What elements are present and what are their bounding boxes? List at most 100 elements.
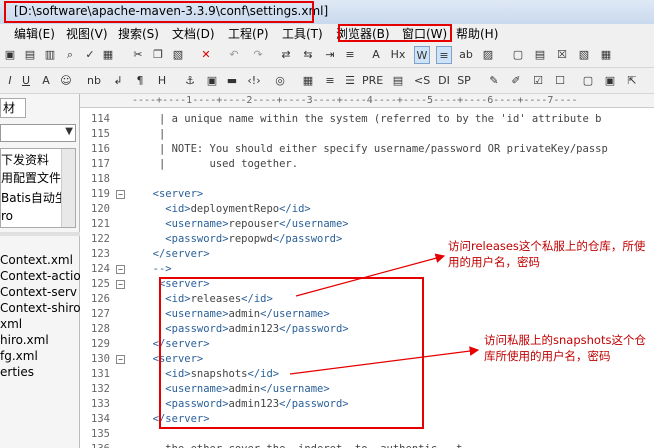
menu-help[interactable]: 帮助(H) (456, 25, 498, 42)
code-line[interactable]: 136 the ether cover the inderet to authe… (80, 442, 654, 448)
export-icon[interactable]: ⇱ (624, 72, 640, 90)
window-icon[interactable]: ▢ (580, 72, 596, 90)
servers-highlight-box (159, 277, 424, 429)
file-item[interactable]: erties (0, 365, 34, 379)
menu-tools[interactable]: 工具(T) (282, 25, 323, 42)
find-icon[interactable]: ⌕ (62, 46, 78, 64)
anchor-icon[interactable]: ⚓ (182, 72, 198, 90)
undo-icon[interactable]: ↶ (226, 46, 242, 64)
ruler-icon[interactable]: ab (458, 46, 474, 64)
emoji-icon[interactable]: ☺ (58, 72, 74, 90)
cut-icon[interactable]: ✂ (130, 46, 146, 64)
file-item[interactable]: Context-shiro (0, 301, 81, 315)
code-line[interactable]: 121 <username>repouser</username> (80, 217, 654, 232)
underline-button[interactable]: U (18, 72, 34, 90)
line-number: 131 (91, 368, 110, 380)
file-item[interactable]: Context.xml (0, 253, 73, 267)
code-line[interactable]: 116 | NOTE: You should either specify us… (80, 142, 654, 157)
linebreak-icon[interactable]: ↲ (110, 72, 126, 90)
print-icon[interactable]: ▤ (22, 46, 38, 64)
fold-toggle-icon[interactable]: − (116, 280, 125, 289)
script-button[interactable]: <S (414, 72, 430, 90)
code-line[interactable]: 135 (80, 427, 654, 442)
fold-toggle-icon[interactable]: − (116, 265, 125, 274)
nbsp-button[interactable]: nb (86, 72, 102, 90)
copy-icon[interactable]: ❐ (150, 46, 166, 64)
menu-view[interactable]: 视图(V) (66, 25, 108, 42)
preview-icon[interactable]: ▥ (42, 46, 58, 64)
tree-item[interactable]: 用配置文件 (1, 169, 61, 186)
goto-icon[interactable]: ⇥ (322, 46, 338, 64)
folder-select[interactable]: ▼ (0, 124, 76, 142)
code-line[interactable]: 114 | a unique name within the system (r… (80, 112, 654, 127)
hr-icon[interactable]: ▬ (224, 72, 240, 90)
fold-toggle-icon[interactable]: − (116, 355, 125, 364)
delete-icon[interactable]: ✕ (198, 46, 214, 64)
table-insert-icon[interactable]: ▦ (300, 72, 316, 90)
tile-icon[interactable]: ▤ (532, 46, 548, 64)
pre-button[interactable]: PRE (362, 72, 383, 90)
code-text: </server> (152, 248, 210, 260)
edit-icon[interactable]: ✐ (508, 72, 524, 90)
table-icon[interactable]: ▦ (598, 46, 614, 64)
radio-icon[interactable]: ☐ (552, 72, 568, 90)
fold-toggle-icon[interactable]: − (116, 190, 125, 199)
code-line[interactable]: 119− <server> (80, 187, 654, 202)
spellcheck-icon[interactable]: ✓ (82, 46, 98, 64)
align-center-icon[interactable]: ☰ (342, 72, 358, 90)
indent-icon[interactable]: ≡ (342, 46, 358, 64)
line-number: 117 (91, 158, 110, 170)
image-icon[interactable]: ▧ (576, 46, 592, 64)
color-picker-icon[interactable]: ◎ (272, 72, 288, 90)
list-icon[interactable]: ▤ (390, 72, 406, 90)
code-line[interactable]: 118 (80, 172, 654, 187)
align-left-icon[interactable]: ≡ (322, 72, 338, 90)
window-list-icon[interactable]: ▢ (510, 46, 526, 64)
heading-button[interactable]: H (154, 72, 170, 90)
replace-in-files-icon[interactable]: ⇆ (300, 46, 316, 64)
wordwrap-icon[interactable]: W (414, 46, 430, 64)
checkbox-icon[interactable]: ☑ (530, 72, 546, 90)
tree-item[interactable]: Batis自动生 (1, 189, 67, 206)
tree-scrollbar[interactable] (61, 149, 75, 227)
folder-tree[interactable]: 下发资料 用配置文件 Batis自动生 ro (0, 148, 76, 228)
file-item[interactable]: fg.xml (0, 349, 38, 363)
tree-item[interactable]: ro (1, 209, 13, 223)
menu-edit[interactable]: 编辑(E) (14, 25, 55, 42)
tree-item[interactable]: 下发资料 (1, 151, 49, 168)
file-item[interactable]: Context-serv (0, 285, 77, 299)
close-file-icon[interactable]: ☒ (554, 46, 570, 64)
panel-splitter[interactable] (0, 232, 80, 236)
sidebar-tab[interactable]: 材 (0, 98, 26, 118)
redo-icon[interactable]: ↷ (250, 46, 266, 64)
div-button[interactable]: DI (436, 72, 452, 90)
line-numbers-icon[interactable]: ≡ (436, 46, 452, 64)
code-text: | (140, 128, 166, 140)
save-icon[interactable]: ▣ (2, 46, 18, 64)
column-mode-icon[interactable]: ▨ (480, 46, 496, 64)
italic-icon[interactable]: I (2, 72, 18, 90)
menu-search[interactable]: 搜索(S) (118, 25, 159, 42)
frame-icon[interactable]: ▣ (602, 72, 618, 90)
paragraph-button[interactable]: ¶ (132, 72, 148, 90)
line-number: 132 (91, 383, 110, 395)
form-icon[interactable]: ✎ (486, 72, 502, 90)
title-bar: [D:\software\apache-maven-3.3.9\conf\set… (0, 0, 654, 24)
options-icon[interactable]: ▦ (100, 46, 116, 64)
hex-icon[interactable]: Hx (390, 46, 406, 64)
image-insert-icon[interactable]: ▣ (204, 72, 220, 90)
file-item[interactable]: xml (0, 317, 22, 331)
file-item[interactable]: hiro.xml (0, 333, 49, 347)
comment-icon[interactable]: ‹!› (246, 72, 262, 90)
font-icon[interactable]: A (368, 46, 384, 64)
span-button[interactable]: SP (456, 72, 472, 90)
font-color-button[interactable]: A (38, 72, 54, 90)
file-item[interactable]: Context-actio (0, 269, 81, 283)
replace-icon[interactable]: ⇄ (278, 46, 294, 64)
menu-project[interactable]: 工程(P) (228, 25, 269, 42)
paste-icon[interactable]: ▧ (170, 46, 186, 64)
code-line[interactable]: 117 | used together. (80, 157, 654, 172)
code-line[interactable]: 120 <id>deploymentRepo</id> (80, 202, 654, 217)
code-line[interactable]: 115 | (80, 127, 654, 142)
menu-document[interactable]: 文档(D) (172, 25, 215, 42)
